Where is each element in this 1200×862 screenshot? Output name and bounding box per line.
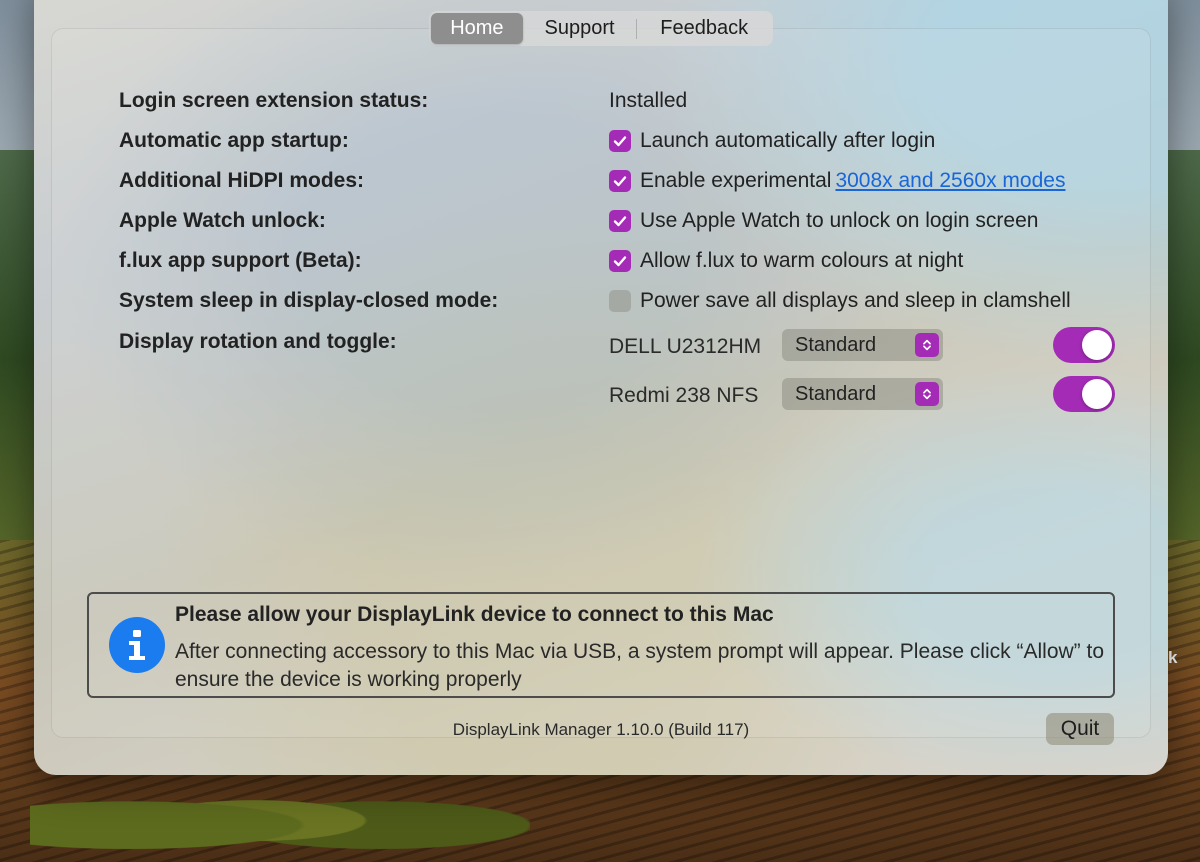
info-title: Please allow your DisplayLink device to … bbox=[175, 603, 774, 626]
login-screen-status-value: Installed bbox=[609, 89, 688, 112]
display-name-dell: DELL U2312HM bbox=[609, 335, 762, 358]
watch-unlock-row: Use Apple Watch to unlock on login scree… bbox=[609, 209, 1038, 233]
login-screen-status-label: Login screen extension status: bbox=[119, 89, 429, 112]
sleep-checkbox[interactable] bbox=[609, 290, 631, 312]
checkmark-icon bbox=[613, 216, 627, 227]
hidpi-text[interactable]: Enable experimental bbox=[640, 169, 831, 193]
hidpi-modes-link[interactable]: 3008x and 2560x modes bbox=[835, 169, 1065, 193]
desktop-icon-label-fragment: k bbox=[1168, 648, 1178, 667]
toggle-knob bbox=[1082, 330, 1112, 360]
sleep-label: System sleep in display-closed mode: bbox=[119, 289, 499, 312]
checkmark-icon bbox=[613, 256, 627, 267]
watch-unlock-checkbox[interactable] bbox=[609, 210, 631, 232]
info-icon bbox=[109, 617, 165, 673]
toggle-knob bbox=[1082, 379, 1112, 409]
checkmark-icon bbox=[613, 176, 627, 187]
hidpi-label: Additional HiDPI modes: bbox=[119, 169, 365, 192]
wallpaper-trees bbox=[30, 770, 530, 862]
chevron-up-down-icon bbox=[915, 382, 939, 406]
auto-startup-text[interactable]: Launch automatically after login bbox=[640, 129, 935, 153]
tab-support[interactable]: Support bbox=[523, 13, 637, 44]
info-body: After connecting accessory to this Mac v… bbox=[175, 640, 1105, 691]
auto-startup-row: Launch automatically after login bbox=[609, 129, 935, 153]
display-toggle-dell[interactable] bbox=[1053, 327, 1115, 363]
tab-feedback[interactable]: Feedback bbox=[637, 13, 771, 44]
display-name-redmi: Redmi 238 NFS bbox=[609, 384, 759, 407]
hidpi-row: Enable experimental 3008x and 2560x mode… bbox=[609, 169, 1065, 193]
info-banner: Please allow your DisplayLink device to … bbox=[87, 592, 1115, 698]
checkmark-icon bbox=[613, 136, 627, 147]
auto-startup-label: Automatic app startup: bbox=[119, 129, 349, 152]
rotation-label: Display rotation and toggle: bbox=[119, 330, 397, 353]
tab-bar: Home Support Feedback bbox=[429, 11, 773, 46]
flux-label: f.lux app support (Beta): bbox=[119, 249, 362, 272]
watch-unlock-label: Apple Watch unlock: bbox=[119, 209, 326, 232]
sleep-text[interactable]: Power save all displays and sleep in cla… bbox=[640, 289, 1071, 313]
auto-startup-checkbox[interactable] bbox=[609, 130, 631, 152]
quit-button[interactable]: Quit bbox=[1046, 713, 1114, 745]
flux-checkbox[interactable] bbox=[609, 250, 631, 272]
hidpi-checkbox[interactable] bbox=[609, 170, 631, 192]
rotation-select-value: Standard bbox=[795, 333, 877, 356]
flux-text[interactable]: Allow f.lux to warm colours at night bbox=[640, 249, 963, 273]
sleep-row: Power save all displays and sleep in cla… bbox=[609, 289, 1071, 313]
rotation-select-redmi[interactable]: Standard bbox=[782, 378, 943, 410]
rotation-select-value: Standard bbox=[795, 382, 877, 405]
version-label: DisplayLink Manager 1.10.0 (Build 117) bbox=[452, 720, 750, 739]
rotation-select-dell[interactable]: Standard bbox=[782, 329, 943, 361]
display-toggle-redmi[interactable] bbox=[1053, 376, 1115, 412]
flux-row: Allow f.lux to warm colours at night bbox=[609, 249, 963, 273]
displaylink-manager-window: Home Support Feedback Login screen exten… bbox=[34, 0, 1168, 775]
watch-unlock-text[interactable]: Use Apple Watch to unlock on login scree… bbox=[640, 209, 1038, 233]
tab-home[interactable]: Home bbox=[431, 13, 523, 44]
chevron-up-down-icon bbox=[915, 333, 939, 357]
